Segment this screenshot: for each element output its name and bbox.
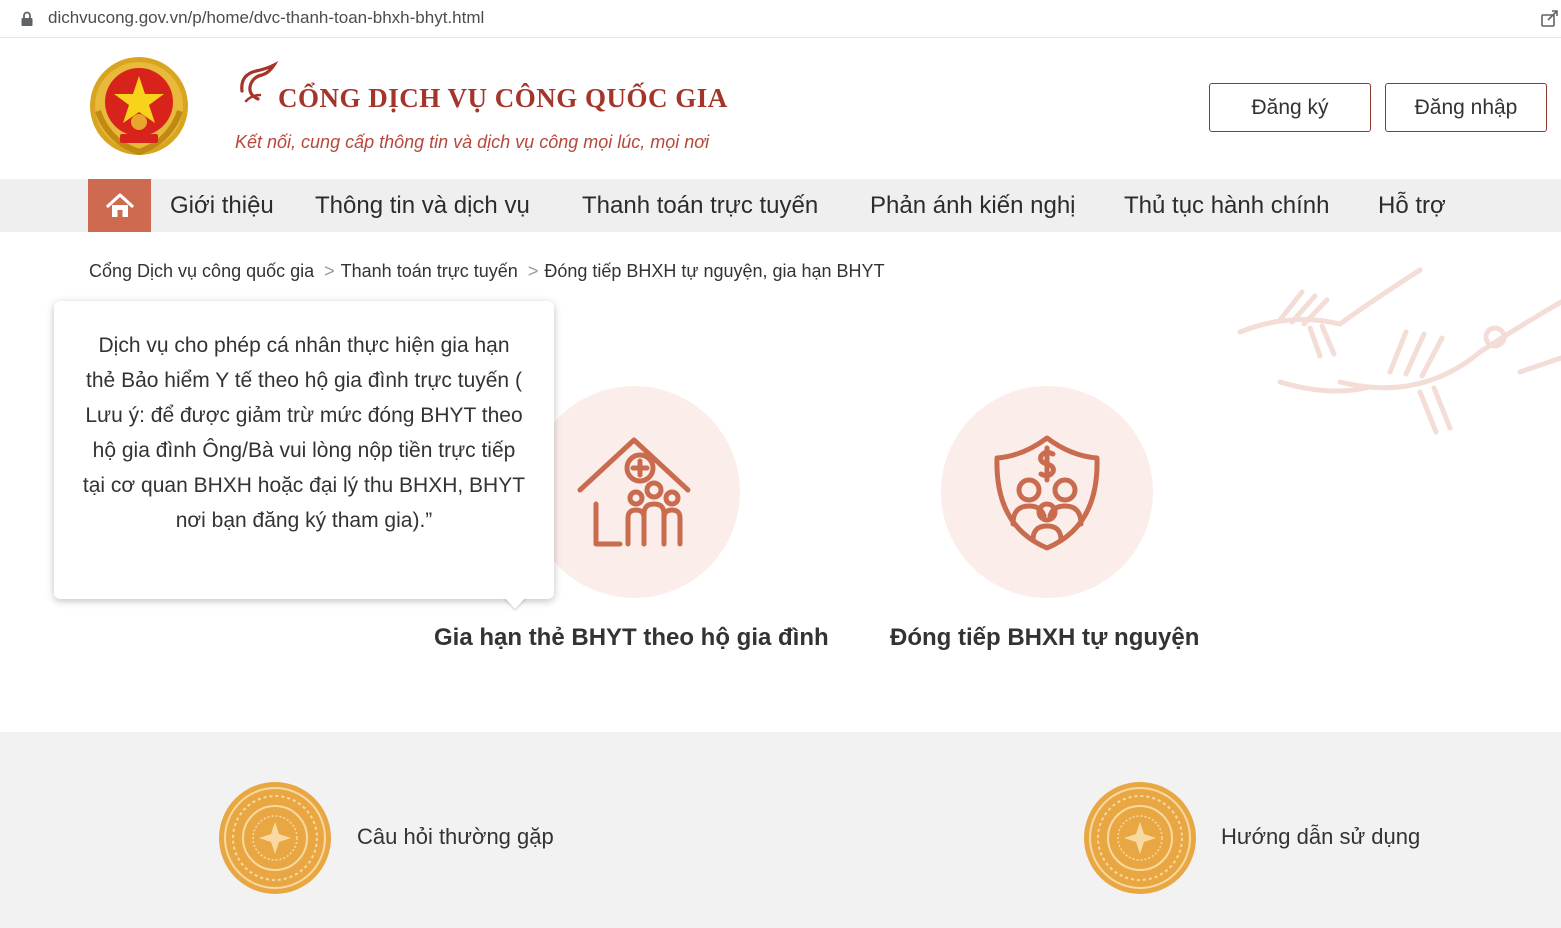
breadcrumb-item-home[interactable]: Cổng Dịch vụ công quốc gia — [89, 261, 314, 281]
nav-item-gioi-thieu[interactable]: Giới thiệu — [170, 192, 274, 220]
nav-item-thong-tin-dich-vu[interactable]: Thông tin và dịch vụ — [315, 192, 530, 220]
breadcrumb-separator: > — [324, 261, 335, 281]
main-nav: Giới thiệu Thông tin và dịch vụ Thanh to… — [0, 179, 1561, 232]
share-icon[interactable] — [1540, 8, 1560, 28]
nav-home-button[interactable] — [88, 179, 151, 232]
footer-band: Câu hỏi thường gặp Hướng dẫn sử dụng — [0, 732, 1561, 928]
decorative-birds — [1237, 267, 1561, 435]
login-button[interactable]: Đăng nhập — [1385, 83, 1547, 132]
site-title[interactable]: CỔNG DỊCH VỤ CÔNG QUỐC GIA — [278, 83, 728, 114]
site-header: CỔNG DỊCH VỤ CÔNG QUỐC GIA Kết nối, cung… — [0, 39, 1561, 179]
home-icon — [105, 192, 134, 217]
browser-address-bar[interactable]: dichvucong.gov.vn/p/home/dvc-thanh-toan-… — [0, 0, 1561, 38]
nav-item-thu-tuc[interactable]: Thủ tục hành chính — [1124, 192, 1329, 220]
breadcrumb: Cổng Dịch vụ công quốc gia > Thanh toán tr… — [89, 261, 885, 282]
service-tooltip: Dịch vụ cho phép cá nhân thực hiện gia h… — [54, 301, 554, 599]
service-card-gia-han-bhyt[interactable] — [528, 386, 740, 598]
family-house-icon — [577, 437, 691, 547]
breadcrumb-separator: > — [527, 261, 539, 281]
nav-item-thanh-toan[interactable]: Thanh toán trực tuyến — [582, 192, 818, 220]
breadcrumb-item-current: Đóng tiếp BHXH tự nguyện, gia hạn BHYT — [544, 261, 885, 281]
site-tagline: Kết nối, cung cấp thông tin và dịch vụ c… — [235, 132, 710, 152]
breadcrumb-item-payment[interactable]: Thanh toán trực tuyến — [341, 261, 518, 281]
faq-link[interactable]: Câu hỏi thường gặp — [357, 824, 554, 850]
service-label-dong-tiep-bhxh[interactable]: Đóng tiếp BHXH tự nguyện — [890, 624, 1199, 652]
nav-item-ho-tro[interactable]: Hỗ trợ — [1378, 192, 1446, 220]
national-emblem-icon[interactable] — [88, 56, 190, 160]
bronze-drum-icon[interactable] — [219, 782, 331, 894]
nav-item-phan-anh[interactable]: Phản ánh kiến nghị — [870, 192, 1076, 220]
register-button[interactable]: Đăng ký — [1209, 83, 1371, 132]
service-card-dong-tiep-bhxh[interactable] — [941, 386, 1153, 598]
user-guide-link[interactable]: Hướng dẫn sử dụng — [1221, 824, 1420, 850]
service-label-gia-han-bhyt[interactable]: Gia hạn thẻ BHYT theo hộ gia đình — [434, 624, 829, 652]
tooltip-arrow — [504, 597, 526, 609]
bronze-drum-icon[interactable] — [1084, 782, 1196, 894]
url-text[interactable]: dichvucong.gov.vn/p/home/dvc-thanh-toan-… — [48, 8, 484, 28]
family-shield-icon — [994, 435, 1100, 551]
bird-logo-icon — [240, 61, 279, 103]
lock-icon — [21, 11, 33, 26]
